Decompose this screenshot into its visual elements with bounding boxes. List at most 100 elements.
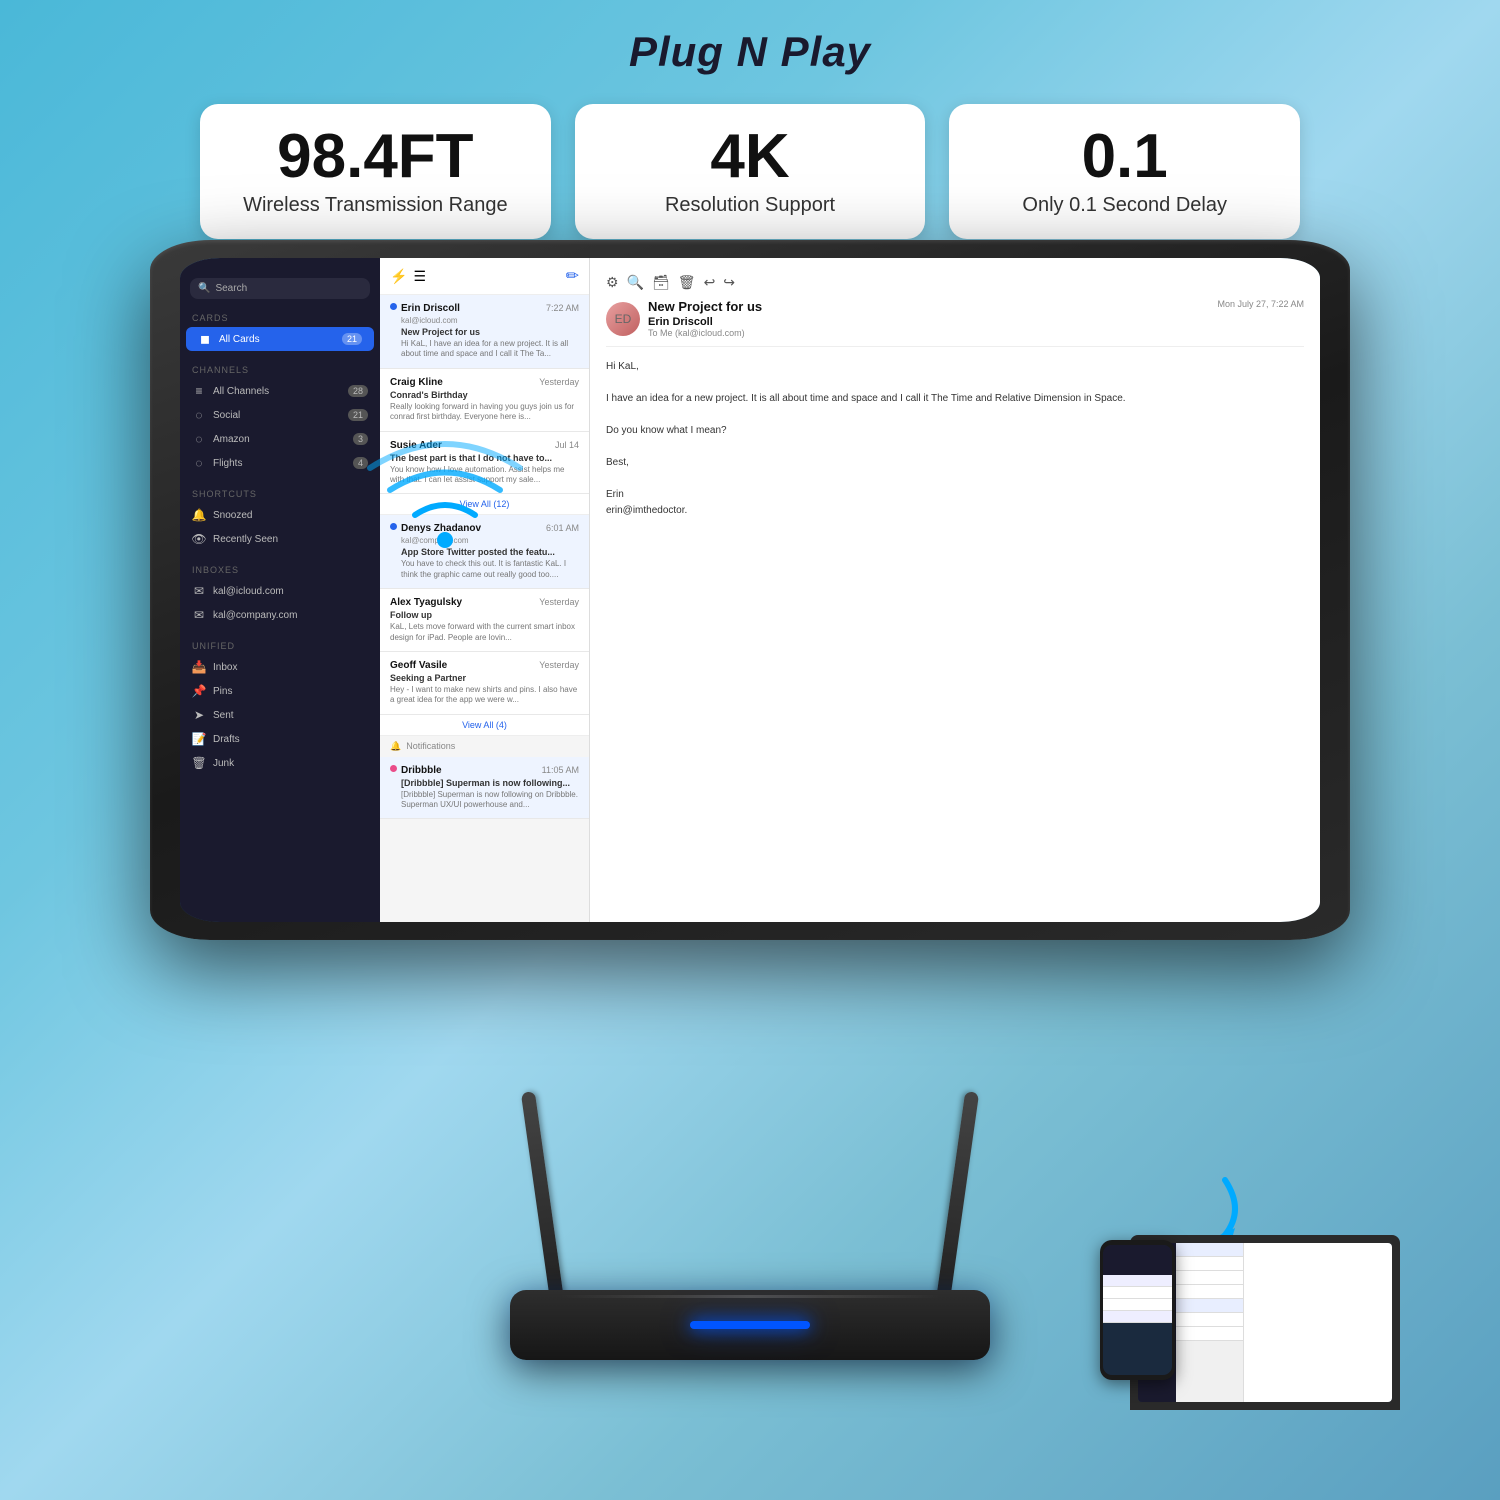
- detail-toolbar: ⚙ 🔍 🗃 🗑 ↩ ↪: [606, 274, 1304, 291]
- sidebar-item-pins[interactable]: 📌 Pins: [180, 679, 380, 703]
- sidebar-item-icloud[interactable]: ✉ kal@icloud.com: [180, 579, 380, 603]
- sidebar-item-sent[interactable]: ➤ Sent: [180, 703, 380, 727]
- device-led: [690, 1321, 810, 1329]
- detail-from-name: Erin Driscoll: [648, 316, 762, 328]
- preview-2: Really looking forward in having you guy…: [390, 402, 579, 423]
- sidebar-item-amazon[interactable]: ◌ Amazon 3: [180, 427, 380, 451]
- drafts-icon: 📝: [192, 732, 206, 746]
- email-item-1[interactable]: Erin Driscoll 7:22 AM kal@icloud.com New…: [380, 295, 589, 369]
- subject-2: Conrad's Birthday: [390, 390, 579, 400]
- email-list: ⚡ ☰ ✏ Erin Driscoll 7:22 AM kal@icloud.: [380, 258, 590, 922]
- preview-1: Hi KaL, I have an idea for a new project…: [401, 339, 579, 360]
- email-item-3[interactable]: Susie Ader Jul 14 The best part is that …: [380, 432, 589, 495]
- preview-dribbble: [Dribbble] Superman is now following on …: [401, 790, 579, 811]
- tv-screen: 🔍 Search CARDS ◼ All Cards 21 CHANNELS ≡: [180, 258, 1320, 922]
- antenna-right: [936, 1091, 979, 1301]
- mail-sidebar: 🔍 Search CARDS ◼ All Cards 21 CHANNELS ≡: [180, 258, 380, 922]
- sender-5: Alex Tyagulsky: [390, 597, 462, 608]
- bluetooth-icon: ⚙: [606, 274, 619, 291]
- time-1: 7:22 AM: [546, 303, 579, 314]
- email-item-dribbble[interactable]: Dribbble 11:05 AM [Dribbble] Superman is…: [380, 757, 589, 820]
- inbox-label: Inbox: [213, 662, 237, 673]
- sender-6: Geoff Vasile: [390, 660, 447, 671]
- recently-seen-label: Recently Seen: [213, 534, 278, 545]
- subject-5: Follow up: [390, 610, 579, 620]
- allcards-badge: 21: [342, 333, 362, 345]
- email-item-5[interactable]: Alex Tyagulsky Yesterday Follow up KaL, …: [380, 589, 589, 652]
- sidebar-section-channels: CHANNELS ≡ All Channels 28 ◌ Social 21 ◌…: [180, 361, 380, 475]
- preview-3: You know how I love automation. Assist h…: [390, 465, 579, 486]
- sidebar-item-company[interactable]: ✉ kal@company.com: [180, 603, 380, 627]
- preview-6: Hey - I want to make new shirts and pins…: [390, 685, 579, 706]
- subject-1: New Project for us: [401, 327, 579, 337]
- social-badge: 21: [348, 409, 368, 421]
- time-5: Yesterday: [539, 597, 579, 608]
- company-label: kal@company.com: [213, 610, 297, 621]
- email-item-6[interactable]: Geoff Vasile Yesterday Seeking a Partner…: [380, 652, 589, 715]
- icloud-icon: ✉: [192, 584, 206, 598]
- unread-dot-1: [390, 303, 397, 310]
- time-4: 6:01 AM: [546, 523, 579, 534]
- inbox-icon: 📥: [192, 660, 206, 674]
- feature-delay-num: 0.1: [981, 126, 1268, 188]
- amazon-label: Amazon: [213, 434, 250, 445]
- compose-button[interactable]: ✏: [566, 266, 579, 286]
- allchannels-label: All Channels: [213, 386, 269, 397]
- email-item-4[interactable]: Denys Zhadanov 6:01 AM kal@company.com A…: [380, 515, 589, 589]
- cards-icon: ◼: [198, 332, 212, 346]
- feature-range-text: Wireless Transmission Range: [232, 194, 519, 217]
- sidebar-item-junk[interactable]: 🗑 Junk: [180, 751, 380, 775]
- sidebar-item-social[interactable]: ◌ Social 21: [180, 403, 380, 427]
- search-bar[interactable]: 🔍 Search: [190, 278, 370, 299]
- device-area: [480, 1100, 1020, 1360]
- sidebar-item-inbox[interactable]: 📥 Inbox: [180, 655, 380, 679]
- time-2: Yesterday: [539, 377, 579, 388]
- sidebar-item-allcards[interactable]: ◼ All Cards 21: [186, 327, 374, 351]
- feature-range: 98.4FT Wireless Transmission Range: [200, 104, 551, 239]
- sidebar-item-drafts[interactable]: 📝 Drafts: [180, 727, 380, 751]
- sidebar-section-title-channels: CHANNELS: [180, 361, 380, 379]
- flights-icon: ◌: [192, 456, 206, 470]
- forward-icon[interactable]: ↪: [723, 274, 735, 291]
- flights-label: Flights: [213, 458, 242, 469]
- sidebar-item-allchannels[interactable]: ≡ All Channels 28: [180, 379, 380, 403]
- snoozed-label: Snoozed: [213, 510, 252, 521]
- detail-avatar: ED: [606, 302, 640, 336]
- sidebar-item-flights[interactable]: ◌ Flights 4: [180, 451, 380, 475]
- email-detail: ⚙ 🔍 🗃 🗑 ↩ ↪ ED New Project for us Erin D…: [590, 258, 1320, 922]
- features-row: 98.4FT Wireless Transmission Range 4K Re…: [200, 104, 1300, 239]
- trash-icon[interactable]: 🗑: [678, 274, 696, 291]
- email-item-2[interactable]: Craig Kline Yesterday Conrad's Birthday …: [380, 369, 589, 432]
- junk-icon: 🗑: [192, 756, 206, 770]
- drafts-label: Drafts: [213, 734, 240, 745]
- sidebar-section-title-unified: UNIFIED: [180, 637, 380, 655]
- pins-label: Pins: [213, 686, 232, 697]
- small-devices-area: [1100, 1190, 1400, 1410]
- view-all-4[interactable]: View All (4): [380, 715, 589, 736]
- junk-label: Junk: [213, 758, 234, 769]
- reply-icon[interactable]: ↩: [704, 274, 716, 291]
- detail-date: Mon July 27, 7:22 AM: [1217, 299, 1304, 309]
- sidebar-item-snoozed[interactable]: 🔔 Snoozed: [180, 503, 380, 527]
- sender-4: Denys Zhadanov: [401, 523, 481, 534]
- detail-header: ED New Project for us Erin Driscoll To M…: [606, 299, 1304, 347]
- unread-dot-dribbble: [390, 765, 397, 772]
- subject-3: The best part is that I do not have to..…: [390, 453, 579, 463]
- sidebar-section-unified: UNIFIED 📥 Inbox 📌 Pins ➤ Sent 📝: [180, 637, 380, 775]
- email-list-header: ⚡ ☰ ✏: [380, 258, 589, 295]
- sidebar-item-recently-seen[interactable]: 👁 Recently Seen: [180, 527, 380, 551]
- device-body: [510, 1290, 990, 1360]
- bolt-icon: ⚡: [390, 268, 407, 285]
- pins-icon: 📌: [192, 684, 206, 698]
- notification-header: 🔔 Notifications: [380, 736, 589, 757]
- feature-resolution-num: 4K: [607, 126, 894, 188]
- sender-3: Susie Ader: [390, 440, 442, 451]
- sent-label: Sent: [213, 710, 234, 721]
- allcards-label: All Cards: [219, 334, 260, 345]
- sidebar-section-title-cards: CARDS: [180, 309, 380, 327]
- archive-icon[interactable]: 🗃: [652, 274, 670, 291]
- amazon-badge: 3: [353, 433, 368, 445]
- channel-icon: ≡: [192, 384, 206, 398]
- view-all-12[interactable]: View All (12): [380, 494, 589, 515]
- laptop-screen-small: [1138, 1243, 1392, 1402]
